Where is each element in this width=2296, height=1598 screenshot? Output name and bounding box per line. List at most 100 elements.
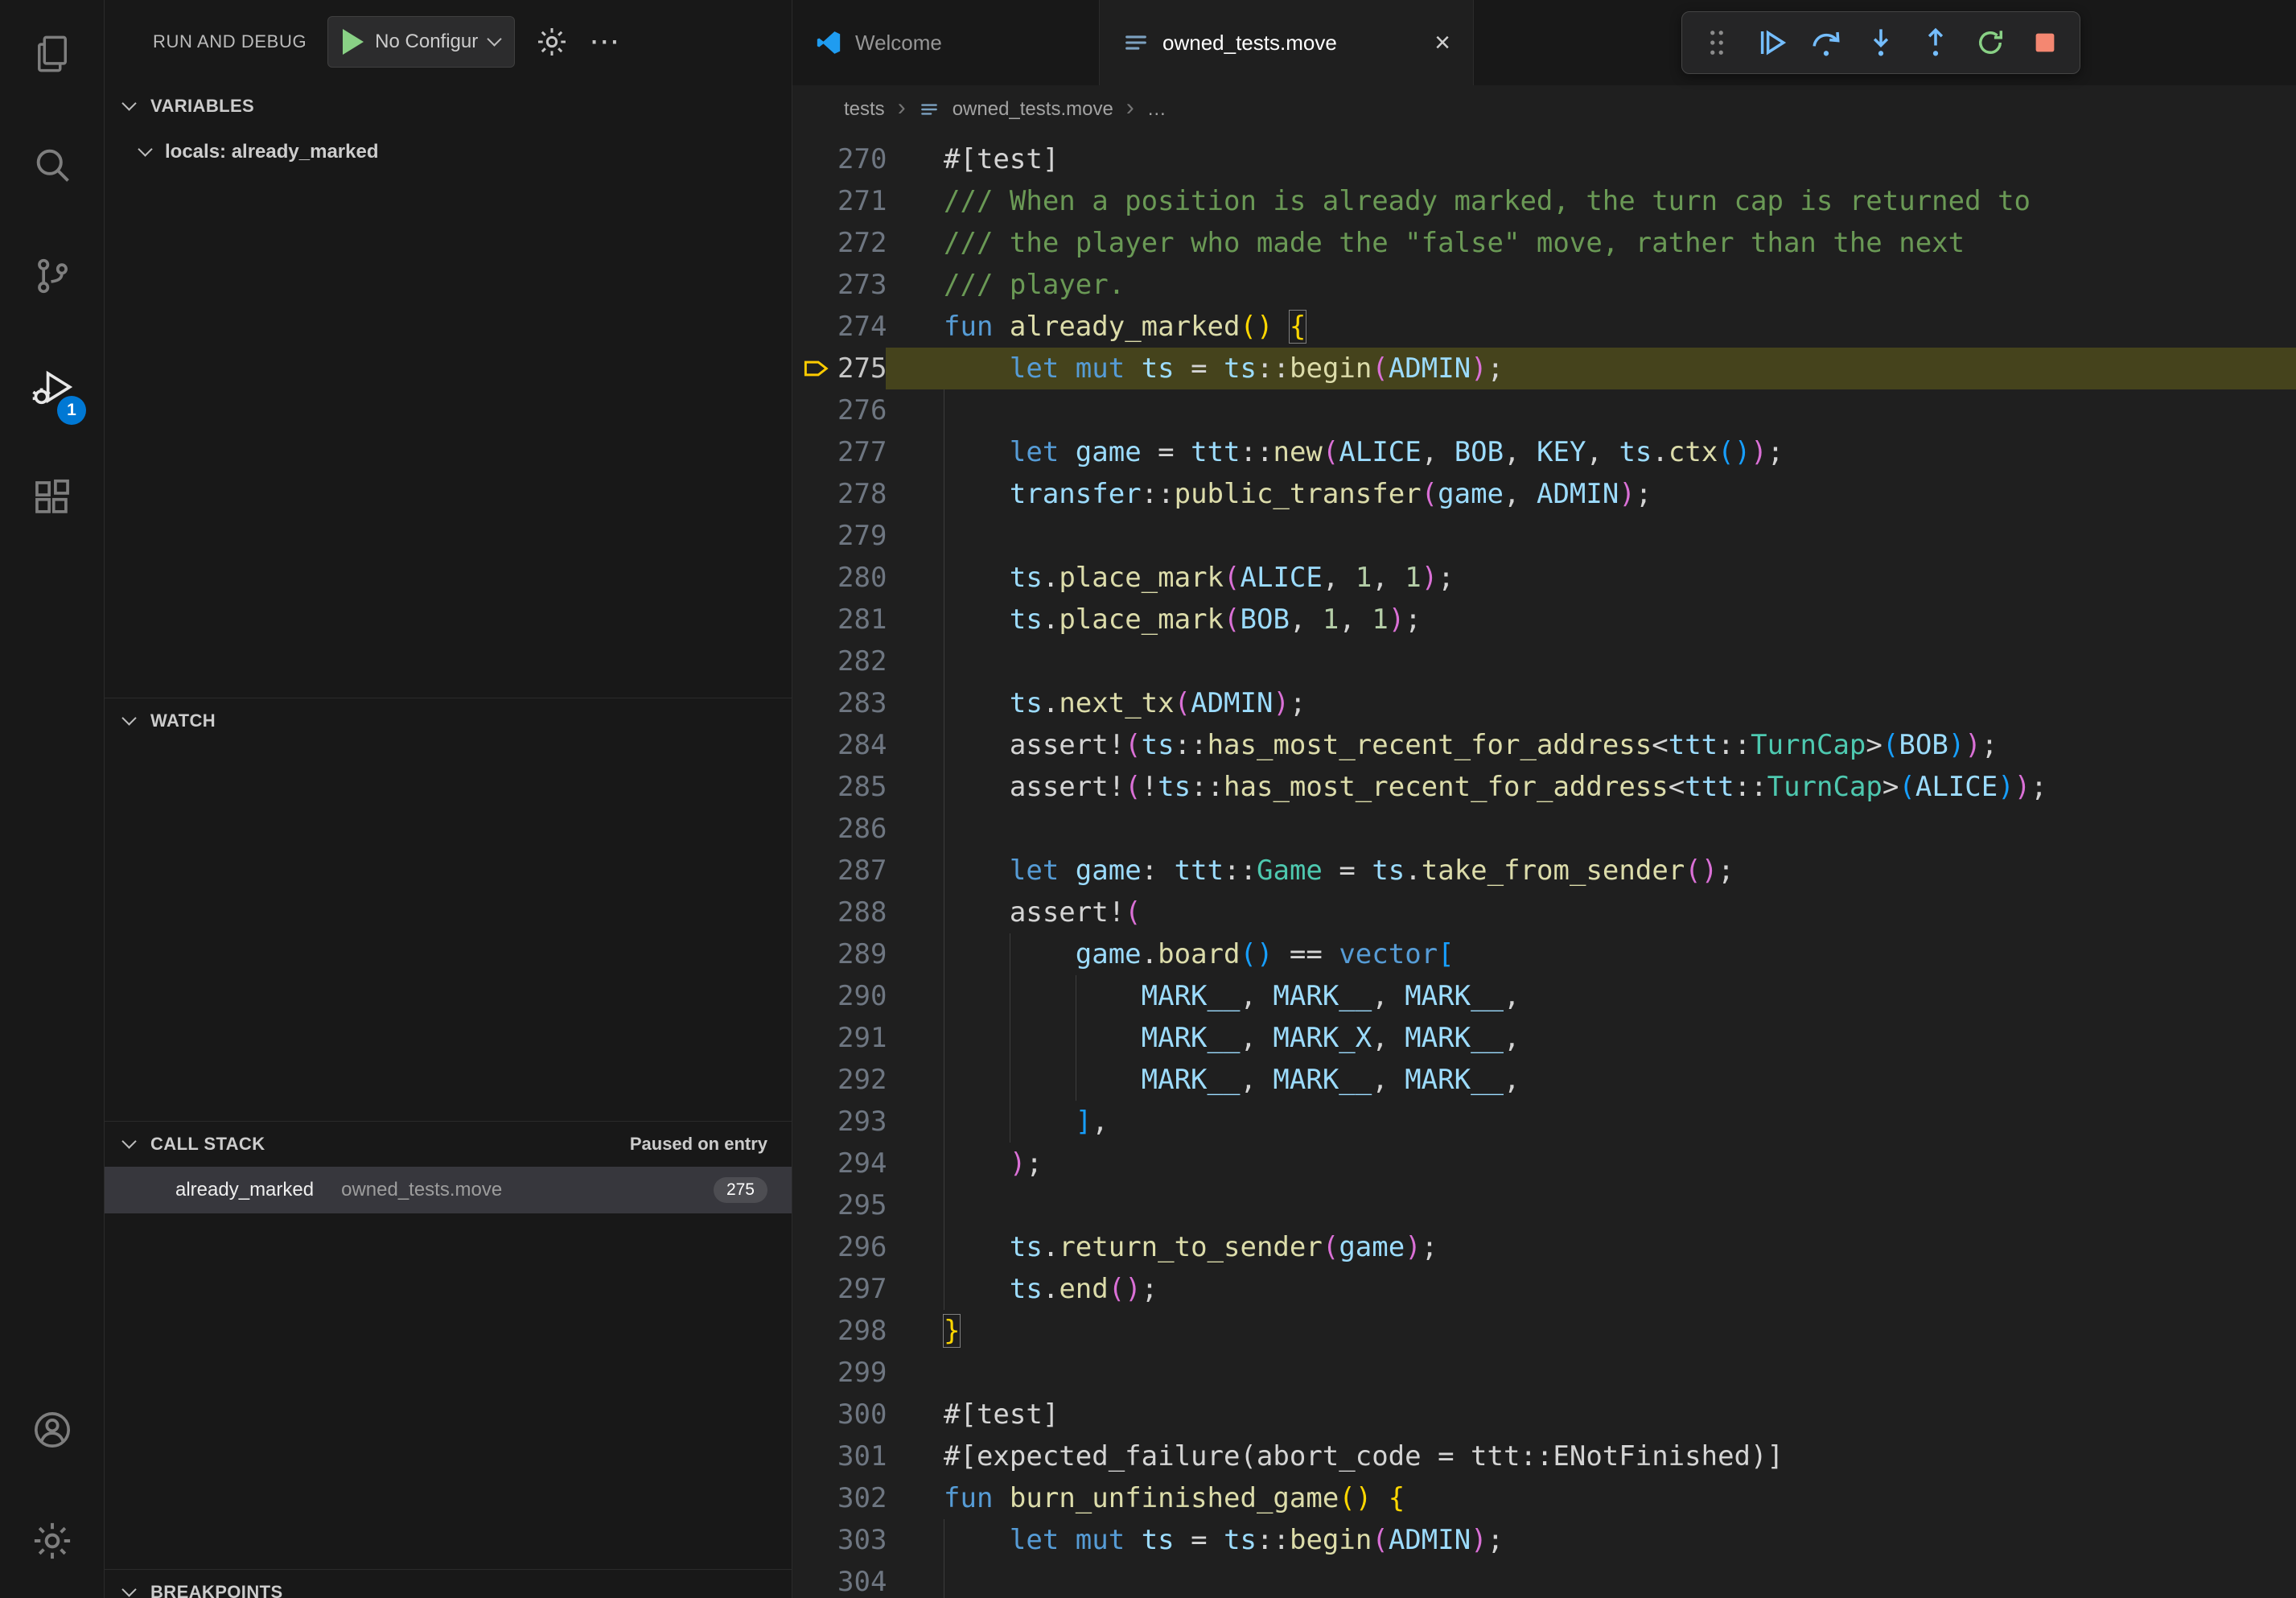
code-text[interactable]: ts.return_to_sender(game); [886, 1226, 2296, 1268]
start-debug-icon[interactable] [343, 29, 364, 55]
line-number[interactable]: 295 [837, 1184, 886, 1226]
glyph-margin[interactable] [792, 515, 837, 557]
code-line-283[interactable]: 283ts.next_tx(ADMIN); [792, 682, 2296, 724]
glyph-margin[interactable] [792, 1268, 837, 1310]
glyph-margin[interactable] [792, 306, 837, 348]
code-line-274[interactable]: 274fun already_marked() { [792, 306, 2296, 348]
line-number[interactable]: 284 [837, 724, 886, 766]
code-line-303[interactable]: 303let mut ts = ts::begin(ADMIN); [792, 1519, 2296, 1561]
line-number[interactable]: 303 [837, 1519, 886, 1561]
line-number[interactable]: 287 [837, 850, 886, 892]
code-text[interactable]: #[test] [886, 1394, 2296, 1435]
line-number[interactable]: 297 [837, 1268, 886, 1310]
glyph-margin[interactable] [792, 724, 837, 766]
code-line-279[interactable]: 279 [792, 515, 2296, 557]
glyph-margin[interactable] [792, 682, 837, 724]
code-text[interactable]: ts.place_mark(ALICE, 1, 1); [886, 557, 2296, 599]
line-number[interactable]: 304 [837, 1561, 886, 1598]
code-line-276[interactable]: 276 [792, 389, 2296, 431]
code-line-304[interactable]: 304 [792, 1561, 2296, 1598]
sidebar-item-explorer[interactable] [0, 0, 104, 111]
code-line-295[interactable]: 295 [792, 1184, 2296, 1226]
code-line-293[interactable]: 293], [792, 1101, 2296, 1143]
glyph-margin[interactable] [792, 264, 837, 306]
line-number[interactable]: 270 [837, 138, 886, 180]
restart-button[interactable] [1972, 24, 2009, 61]
code-text[interactable]: /// the player who made the "false" move… [886, 222, 2296, 264]
glyph-margin[interactable] [792, 640, 837, 682]
code-text[interactable]: ], [886, 1101, 2296, 1143]
code-editor[interactable]: 270#[test]271/// When a position is alre… [792, 134, 2296, 1598]
code-text[interactable]: let game: ttt::Game = ts.take_from_sende… [886, 850, 2296, 892]
line-number[interactable]: 291 [837, 1017, 886, 1059]
glyph-margin[interactable] [792, 892, 837, 933]
glyph-margin[interactable] [792, 808, 837, 850]
glyph-margin[interactable] [792, 1519, 837, 1561]
step-into-button[interactable] [1862, 24, 1899, 61]
glyph-margin[interactable] [792, 1143, 837, 1184]
code-line-271[interactable]: 271/// When a position is already marked… [792, 180, 2296, 222]
code-text[interactable]: ts.end(); [886, 1268, 2296, 1310]
glyph-margin[interactable] [792, 975, 837, 1017]
line-number[interactable]: 277 [837, 431, 886, 473]
code-line-290[interactable]: 290MARK__, MARK__, MARK__, [792, 975, 2296, 1017]
glyph-margin[interactable] [792, 1101, 837, 1143]
glyph-margin[interactable] [792, 599, 837, 640]
glyph-margin[interactable] [792, 1017, 837, 1059]
code-line-284[interactable]: 284assert!(ts::has_most_recent_for_addre… [792, 724, 2296, 766]
code-line-294[interactable]: 294); [792, 1143, 2296, 1184]
glyph-margin[interactable] [792, 1310, 837, 1352]
line-number[interactable]: 294 [837, 1143, 886, 1184]
line-number[interactable]: 273 [837, 264, 886, 306]
line-number[interactable]: 300 [837, 1394, 886, 1435]
line-number[interactable]: 296 [837, 1226, 886, 1268]
code-text[interactable]: assert!(!ts::has_most_recent_for_address… [886, 766, 2296, 808]
step-over-button[interactable] [1808, 24, 1845, 61]
glyph-margin[interactable] [792, 1059, 837, 1101]
glyph-margin[interactable] [792, 138, 837, 180]
code-text[interactable]: let game = ttt::new(ALICE, BOB, KEY, ts.… [886, 431, 2296, 473]
continue-button[interactable] [1753, 24, 1790, 61]
glyph-margin[interactable] [792, 1435, 837, 1477]
code-text[interactable]: game.board() == vector[ [886, 933, 2296, 975]
line-number[interactable]: 289 [837, 933, 886, 975]
glyph-margin[interactable] [792, 850, 837, 892]
code-line-297[interactable]: 297ts.end(); [792, 1268, 2296, 1310]
glyph-margin[interactable] [792, 1477, 837, 1519]
line-number[interactable]: 293 [837, 1101, 886, 1143]
code-line-292[interactable]: 292MARK__, MARK__, MARK__, [792, 1059, 2296, 1101]
glyph-margin[interactable] [792, 180, 837, 222]
code-line-302[interactable]: 302fun burn_unfinished_game() { [792, 1477, 2296, 1519]
breadcrumb-item-tests[interactable]: tests [844, 98, 885, 121]
line-number[interactable]: 302 [837, 1477, 886, 1519]
line-number[interactable]: 288 [837, 892, 886, 933]
glyph-margin[interactable] [792, 431, 837, 473]
code-text[interactable] [886, 515, 2296, 557]
line-number[interactable]: 275 [837, 348, 886, 389]
breakpoints-section-header[interactable]: BREAKPOINTS [105, 1570, 792, 1598]
code-line-280[interactable]: 280ts.place_mark(ALICE, 1, 1); [792, 557, 2296, 599]
line-number[interactable]: 285 [837, 766, 886, 808]
line-number[interactable]: 301 [837, 1435, 886, 1477]
code-text[interactable]: MARK__, MARK_X, MARK__, [886, 1017, 2296, 1059]
code-text[interactable]: assert!( [886, 892, 2296, 933]
code-line-277[interactable]: 277let game = ttt::new(ALICE, BOB, KEY, … [792, 431, 2296, 473]
code-text[interactable]: assert!(ts::has_most_recent_for_address<… [886, 724, 2296, 766]
code-text[interactable]: /// When a position is already marked, t… [886, 180, 2296, 222]
glyph-margin[interactable] [792, 933, 837, 975]
manage-button[interactable] [0, 1487, 104, 1598]
line-number[interactable]: 278 [837, 473, 886, 515]
code-line-282[interactable]: 282 [792, 640, 2296, 682]
line-number[interactable]: 299 [837, 1352, 886, 1394]
code-text[interactable]: ); [886, 1143, 2296, 1184]
glyph-margin[interactable] [792, 1352, 837, 1394]
code-text[interactable]: let mut ts = ts::begin(ADMIN); [886, 348, 2296, 389]
code-text[interactable]: fun burn_unfinished_game() { [886, 1477, 2296, 1519]
code-text[interactable]: #[test] [886, 138, 2296, 180]
debug-config-picker[interactable]: No Configur [327, 16, 515, 68]
code-text[interactable]: /// player. [886, 264, 2296, 306]
sidebar-item-search[interactable] [0, 111, 104, 222]
code-text[interactable] [886, 1352, 2296, 1394]
code-line-270[interactable]: 270#[test] [792, 138, 2296, 180]
glyph-margin[interactable] [792, 557, 837, 599]
